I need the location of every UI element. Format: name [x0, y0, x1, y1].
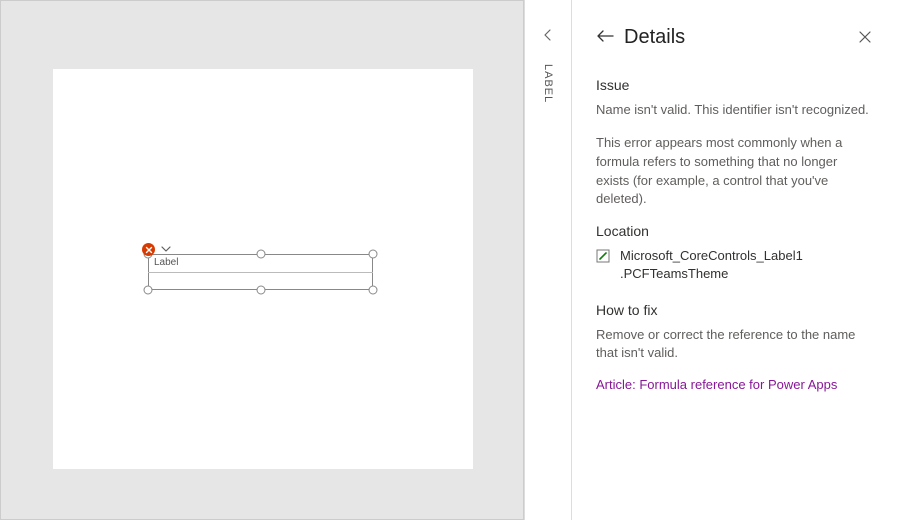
- details-panel: Details Issue Name isn't valid. This ide…: [572, 0, 898, 520]
- issue-explanation: This error appears most commonly when a …: [596, 134, 874, 209]
- app-root: Label LABEL Details Issue Name isn't val…: [0, 0, 898, 520]
- location-text: Microsoft_CoreControls_Label1 .PCFTeamsT…: [620, 247, 803, 283]
- article-link[interactable]: Article: Formula reference for Power App…: [596, 377, 874, 392]
- location-row[interactable]: Microsoft_CoreControls_Label1 .PCFTeamsT…: [596, 247, 874, 283]
- location-property-name: .PCFTeamsTheme: [620, 265, 803, 283]
- resize-handle-top-right[interactable]: [369, 250, 378, 259]
- side-tab: LABEL: [524, 0, 572, 520]
- control-label-text: Label: [154, 257, 178, 268]
- resize-handle-top-middle[interactable]: [256, 250, 265, 259]
- location-block: Location Microsoft_CoreControls_Label1 .…: [596, 223, 874, 283]
- authoring-canvas[interactable]: Label: [53, 69, 473, 469]
- issue-heading: Issue: [596, 77, 874, 93]
- error-badge-icon[interactable]: [142, 243, 155, 256]
- location-heading: Location: [596, 223, 874, 239]
- back-arrow-icon[interactable]: [596, 29, 614, 47]
- details-title: Details: [624, 26, 858, 49]
- chevron-down-icon[interactable]: [159, 242, 173, 256]
- howtofix-text: Remove or correct the reference to the n…: [596, 326, 874, 364]
- side-tab-label: LABEL: [525, 64, 571, 103]
- resize-handle-bottom-middle[interactable]: [256, 286, 265, 295]
- details-header: Details: [596, 26, 874, 49]
- issue-summary: Name isn't valid. This identifier isn't …: [596, 101, 874, 120]
- side-tab-collapse[interactable]: [525, 28, 571, 42]
- location-control-name: Microsoft_CoreControls_Label1: [620, 247, 803, 265]
- canvas-area: Label: [0, 0, 524, 520]
- close-icon[interactable]: [858, 30, 874, 46]
- resize-handle-bottom-right[interactable]: [369, 286, 378, 295]
- howtofix-heading: How to fix: [596, 302, 874, 318]
- label-control-selected[interactable]: Label: [148, 254, 373, 290]
- edit-in-formula-icon: [596, 249, 610, 263]
- resize-handle-bottom-left[interactable]: [144, 286, 153, 295]
- selection-midline: [148, 272, 373, 273]
- side-tab-label-text: LABEL: [542, 64, 554, 103]
